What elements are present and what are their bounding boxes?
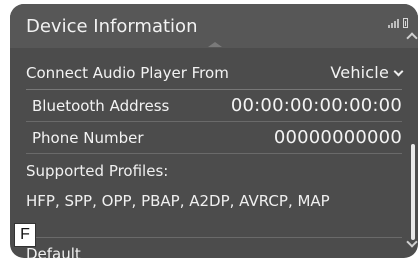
supported-profiles-value: HFP, SPP, OPP, PBAP, A2DP, AVRCP, MAP bbox=[26, 192, 330, 210]
supported-profiles-section: Supported Profiles: HFP, SPP, OPP, PBAP,… bbox=[26, 154, 402, 238]
bluetooth-address-label: Bluetooth Address bbox=[32, 96, 170, 115]
connect-audio-select[interactable]: Vehicle bbox=[330, 63, 404, 82]
header: Device Information bbox=[10, 4, 418, 48]
default-button[interactable]: Default bbox=[26, 238, 402, 258]
callout-label: F bbox=[14, 223, 36, 247]
scroll-up-hint-icon bbox=[208, 42, 222, 47]
device-information-screen: Device Information Connect Audio Player … bbox=[10, 4, 418, 258]
phone-number-value: 00000000000 bbox=[273, 127, 402, 148]
connect-audio-value: Vehicle bbox=[330, 63, 389, 82]
page-title: Device Information bbox=[26, 16, 198, 37]
phone-number-label: Phone Number bbox=[32, 128, 144, 147]
chevron-down-icon bbox=[393, 66, 404, 77]
connect-audio-player-row[interactable]: Connect Audio Player From Vehicle bbox=[26, 56, 404, 90]
phone-number-row: Phone Number 00000000000 bbox=[26, 122, 402, 154]
scrollbar[interactable] bbox=[406, 32, 418, 248]
signal-icon bbox=[388, 18, 399, 28]
bluetooth-address-row: Bluetooth Address 00:00:00:00:00:00 bbox=[26, 90, 402, 122]
connect-audio-label: Connect Audio Player From bbox=[26, 63, 229, 82]
scroll-down-icon[interactable] bbox=[406, 236, 418, 248]
status-icons bbox=[388, 18, 408, 28]
battery-icon bbox=[403, 18, 408, 28]
bluetooth-address-value: 00:00:00:00:00:00 bbox=[230, 95, 402, 116]
supported-profiles-label: Supported Profiles: bbox=[26, 162, 169, 180]
settings-list: Connect Audio Player From Vehicle Blueto… bbox=[26, 56, 404, 258]
scroll-thumb[interactable] bbox=[411, 144, 415, 240]
